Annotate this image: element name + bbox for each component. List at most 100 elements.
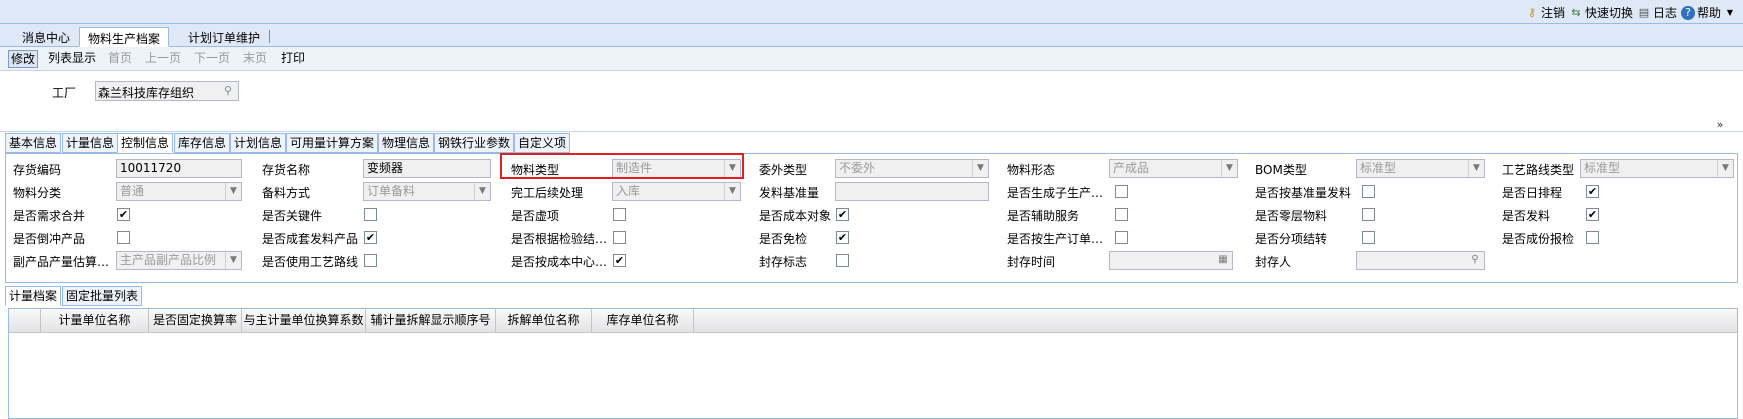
inv-code-field[interactable]: 10011720 (116, 159, 242, 178)
kit-issue-checkbox[interactable]: ✔ (364, 231, 377, 244)
issue-base-field[interactable] (835, 182, 989, 201)
issue-checkbox[interactable]: ✔ (1586, 208, 1599, 221)
gen-sub-checkbox[interactable] (1115, 185, 1128, 198)
chevron-down-icon[interactable]: ▼ (724, 183, 740, 200)
prev-page-button[interactable]: 上一页 (143, 50, 183, 68)
chevron-down-icon[interactable]: ▼ (1468, 160, 1484, 177)
factory-field[interactable]: 森兰科技库存组织 ⚲ (95, 81, 239, 101)
collapse-icon[interactable]: » (1713, 118, 1727, 132)
part-report-checkbox[interactable] (1586, 231, 1599, 244)
chevron-down-icon[interactable]: ▼ (225, 183, 241, 200)
key-part-checkbox[interactable] (364, 208, 377, 221)
use-route-checkbox[interactable] (364, 254, 377, 267)
grid-row-header (9, 309, 41, 332)
sealer-field[interactable]: ⚲ (1356, 251, 1485, 270)
by-inspection-checkbox[interactable] (613, 231, 626, 244)
gen-sub-label: 是否生成子生产… (1007, 186, 1104, 200)
log-icon: ▤ (1638, 5, 1650, 19)
top-links: ⚷ 注销 ⇆ 快速切换 ▤ 日志 ? 帮助 ▼ (1525, 4, 1737, 21)
cost-object-label: 是否成本对象 (759, 209, 832, 223)
search-icon[interactable]: ⚲ (221, 84, 235, 98)
tab-measure-info[interactable]: 计量信息 (62, 133, 119, 153)
byproduct-select[interactable]: 主产品副产品比例 ▼ (116, 251, 242, 270)
issue-by-base-label: 是否按基准量发料 (1255, 186, 1352, 200)
col-split-unit-name[interactable]: 拆解单位名称 (496, 309, 592, 332)
by-cost-center-checkbox[interactable]: ✔ (613, 254, 626, 267)
mat-form-label: 物料形态 (1007, 163, 1056, 177)
list-view-button[interactable]: 列表显示 (46, 50, 98, 68)
col-split-order[interactable]: 辅计量拆解显示顺序号 (366, 309, 496, 332)
route-type-label: 工艺路线类型 (1502, 163, 1575, 177)
zero-layer-checkbox[interactable] (1362, 208, 1375, 221)
tab-plan-info[interactable]: 计划信息 (230, 133, 287, 153)
help-link[interactable]: ? 帮助 ▼ (1680, 4, 1737, 21)
tab-physical-info[interactable]: 物理信息 (378, 133, 435, 153)
aux-service-checkbox[interactable] (1115, 208, 1128, 221)
virtual-checkbox[interactable] (613, 208, 626, 221)
tab-message-center[interactable]: 消息中心 (14, 27, 78, 47)
after-complete-select[interactable]: 入库 ▼ (612, 182, 741, 201)
seal-flag-checkbox[interactable] (836, 254, 849, 267)
mat-class-select[interactable]: 普通 ▼ (116, 182, 242, 201)
chevron-down-icon[interactable]: ▼ (1717, 160, 1733, 177)
tab-control-info[interactable]: 控制信息 (117, 133, 174, 153)
merge-demand-checkbox[interactable]: ✔ (117, 208, 130, 221)
exempt-checkbox[interactable]: ✔ (836, 231, 849, 244)
by-order-label: 是否按生产订单… (1007, 232, 1104, 246)
exempt-label: 是否免检 (759, 232, 808, 246)
tab-custom-items[interactable]: 自定义项 (514, 133, 571, 153)
switch-icon: ⇆ (1571, 5, 1581, 19)
inv-code-label: 存货编码 (13, 163, 62, 177)
first-page-button[interactable]: 首页 (106, 50, 134, 68)
print-button[interactable]: 打印 (279, 50, 307, 68)
chevron-down-icon[interactable]: ▼ (1221, 160, 1237, 177)
backflush-checkbox[interactable] (117, 231, 130, 244)
seal-time-field[interactable]: ▦ (1109, 251, 1233, 270)
tab-steel-params[interactable]: 钢铁行业参数 (434, 133, 515, 153)
cost-object-checkbox[interactable]: ✔ (836, 208, 849, 221)
tab-measure-archive[interactable]: 计量档案 (5, 286, 62, 306)
by-order-checkbox[interactable] (1115, 231, 1128, 244)
search-icon[interactable]: ⚲ (1468, 253, 1482, 267)
after-complete-label: 完工后续处理 (511, 186, 584, 200)
tab-planned-order[interactable]: 计划订单维护 (180, 27, 268, 47)
issue-label: 是否发料 (1502, 209, 1551, 223)
outsource-type-select[interactable]: 不委外 ▼ (835, 159, 989, 178)
inv-name-field[interactable]: 变频器 (363, 159, 491, 178)
merge-demand-label: 是否需求合并 (13, 209, 86, 223)
virtual-label: 是否虚项 (511, 209, 560, 223)
tab-basic-info[interactable]: 基本信息 (5, 133, 62, 153)
edit-button[interactable]: 修改 (8, 50, 39, 68)
chevron-down-icon[interactable]: ▼ (225, 252, 241, 269)
outsource-type-label: 委外类型 (759, 163, 808, 177)
chevron-down-icon[interactable]: ▼ (972, 160, 988, 177)
tab-inventory-info[interactable]: 库存信息 (174, 133, 231, 153)
tab-fixed-batch-list[interactable]: 固定批量列表 (62, 286, 143, 306)
calendar-icon[interactable]: ▦ (1216, 253, 1230, 267)
quick-switch-link[interactable]: ⇆ 快速切换 (1569, 4, 1633, 21)
mat-form-select[interactable]: 产成品 ▼ (1109, 159, 1238, 178)
tab-availability-scheme[interactable]: 可用量计算方案 (286, 133, 379, 153)
kit-issue-label: 是否成套发料产品 (262, 232, 359, 246)
daily-schedule-label: 是否日排程 (1502, 186, 1563, 200)
issue-by-base-checkbox[interactable] (1362, 185, 1375, 198)
prep-method-select[interactable]: 订单备料 ▼ (363, 182, 491, 201)
chevron-down-icon[interactable]: ▼ (474, 183, 490, 200)
backflush-label: 是否倒冲产品 (13, 232, 86, 246)
seal-flag-label: 封存标志 (759, 255, 808, 269)
last-page-button[interactable]: 末页 (241, 50, 269, 68)
bom-type-select[interactable]: 标准型 ▼ (1356, 159, 1485, 178)
by-cost-center-label: 是否按成本中心… (511, 255, 608, 269)
log-link[interactable]: ▤ 日志 (1637, 4, 1677, 21)
col-conversion-factor[interactable]: 与主计量单位换算系数 (242, 309, 366, 332)
daily-schedule-checkbox[interactable]: ✔ (1586, 185, 1599, 198)
col-fixed-rate[interactable]: 是否固定换算率 (149, 309, 242, 332)
col-unit-name[interactable]: 计量单位名称 (41, 309, 149, 332)
col-stock-unit-name[interactable]: 库存单位名称 (592, 309, 694, 332)
route-type-select[interactable]: 标准型 ▼ (1580, 159, 1734, 178)
prep-method-label: 备料方式 (262, 186, 311, 200)
logout-link[interactable]: ⚷ 注销 (1525, 4, 1565, 21)
split-checkbox[interactable] (1362, 231, 1375, 244)
next-page-button[interactable]: 下一页 (192, 50, 232, 68)
tab-material-production[interactable]: 物料生产档案 (79, 27, 170, 47)
